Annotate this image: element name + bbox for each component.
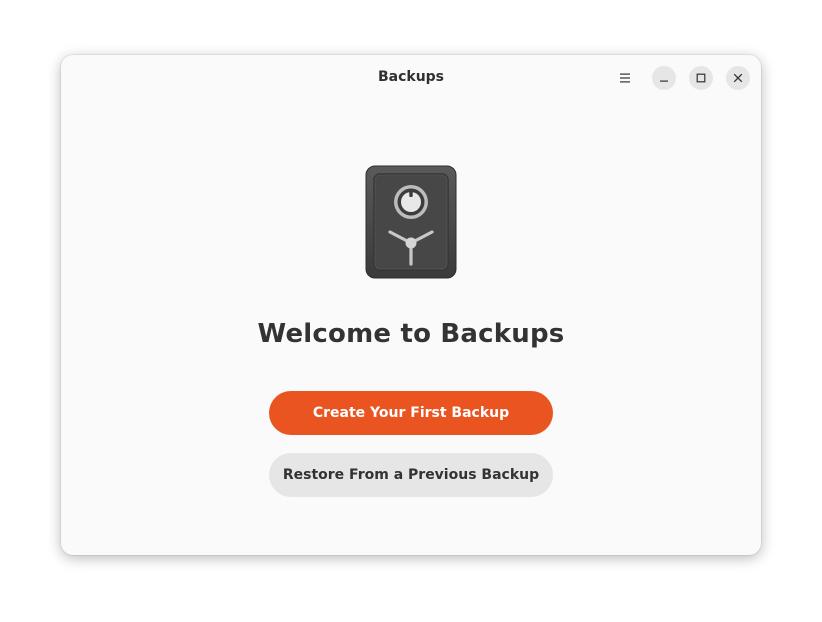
maximize-button[interactable] (689, 66, 713, 90)
restore-previous-backup-button[interactable]: Restore From a Previous Backup (269, 453, 553, 497)
minimize-button[interactable] (652, 66, 676, 90)
header-bar: Backups (61, 55, 761, 101)
minimize-icon (660, 80, 668, 82)
close-button[interactable] (726, 66, 750, 90)
close-icon (733, 73, 743, 83)
welcome-heading: Welcome to Backups (257, 319, 565, 349)
safe-icon (365, 165, 457, 279)
main-menu-button[interactable] (613, 66, 637, 90)
maximize-icon (696, 73, 706, 83)
hamburger-menu-icon (620, 73, 630, 83)
create-first-backup-button[interactable]: Create Your First Backup (269, 391, 553, 435)
app-window: Backups Welcome to Backups Create Your F… (61, 55, 761, 555)
